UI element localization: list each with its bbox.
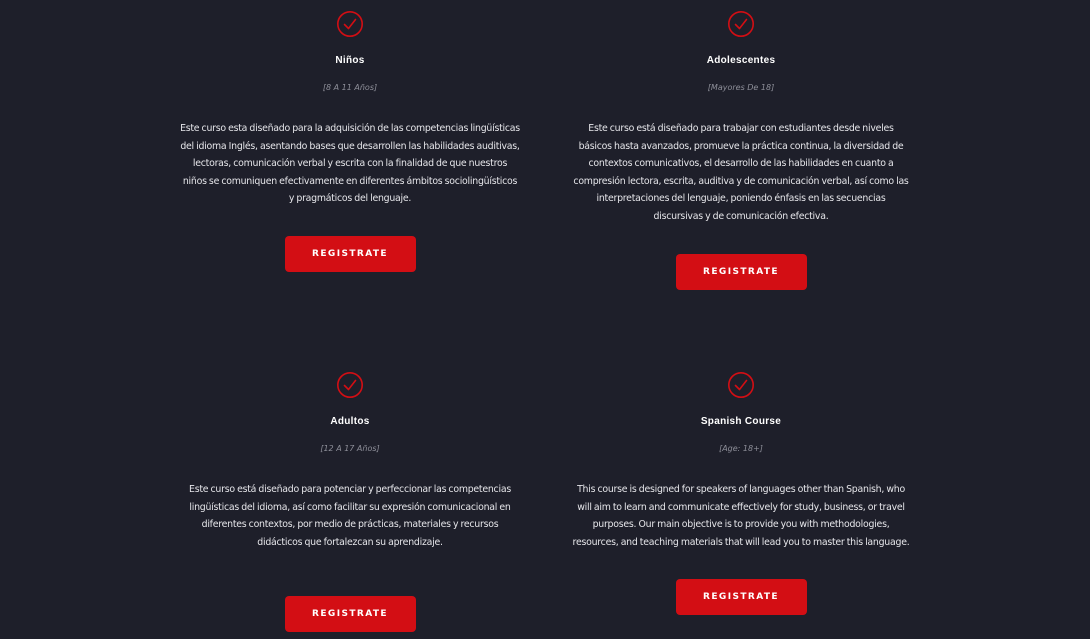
course-card-spanish: Spanish Course [Age: 18+] This course is… — [571, 371, 911, 616]
course-card-ninos: Niños [8 A 11 Años] Este curso esta dise… — [180, 10, 520, 272]
course-description: This course is designed for speakers of … — [572, 484, 910, 548]
register-button[interactable]: REGISTRATE — [675, 579, 807, 616]
register-button[interactable]: REGISTRATE — [284, 596, 416, 633]
course-age-range: [8 A 11 Años] — [322, 83, 378, 92]
check-circle-icon — [337, 11, 363, 37]
check-circle-icon — [728, 11, 754, 37]
register-button[interactable]: REGISTRATE — [284, 235, 416, 272]
course-title: Niños — [335, 55, 365, 66]
register-button[interactable]: REGISTRATE — [675, 253, 807, 290]
course-age-range: [Mayores De 18] — [707, 83, 775, 92]
course-card-adultos: Adultos [12 A 17 Años] Este curso está d… — [180, 371, 520, 633]
course-title: Adolescentes — [706, 55, 776, 66]
course-age-range: [Age: 18+] — [719, 444, 763, 453]
course-title: Adultos — [330, 416, 370, 427]
course-description: Este curso está diseñado para potenciar … — [189, 484, 511, 548]
course-description: Este curso está diseñado para trabajar c… — [573, 123, 909, 222]
course-age-range: [12 A 17 Años] — [320, 444, 380, 453]
course-title: Spanish Course — [700, 416, 782, 427]
course-description: Este curso esta diseñado para la adquisi… — [180, 123, 520, 205]
check-circle-icon — [337, 372, 363, 398]
check-circle-icon — [728, 372, 754, 398]
course-card-adolescentes: Adolescentes [Mayores De 18] Este curso … — [571, 10, 911, 290]
